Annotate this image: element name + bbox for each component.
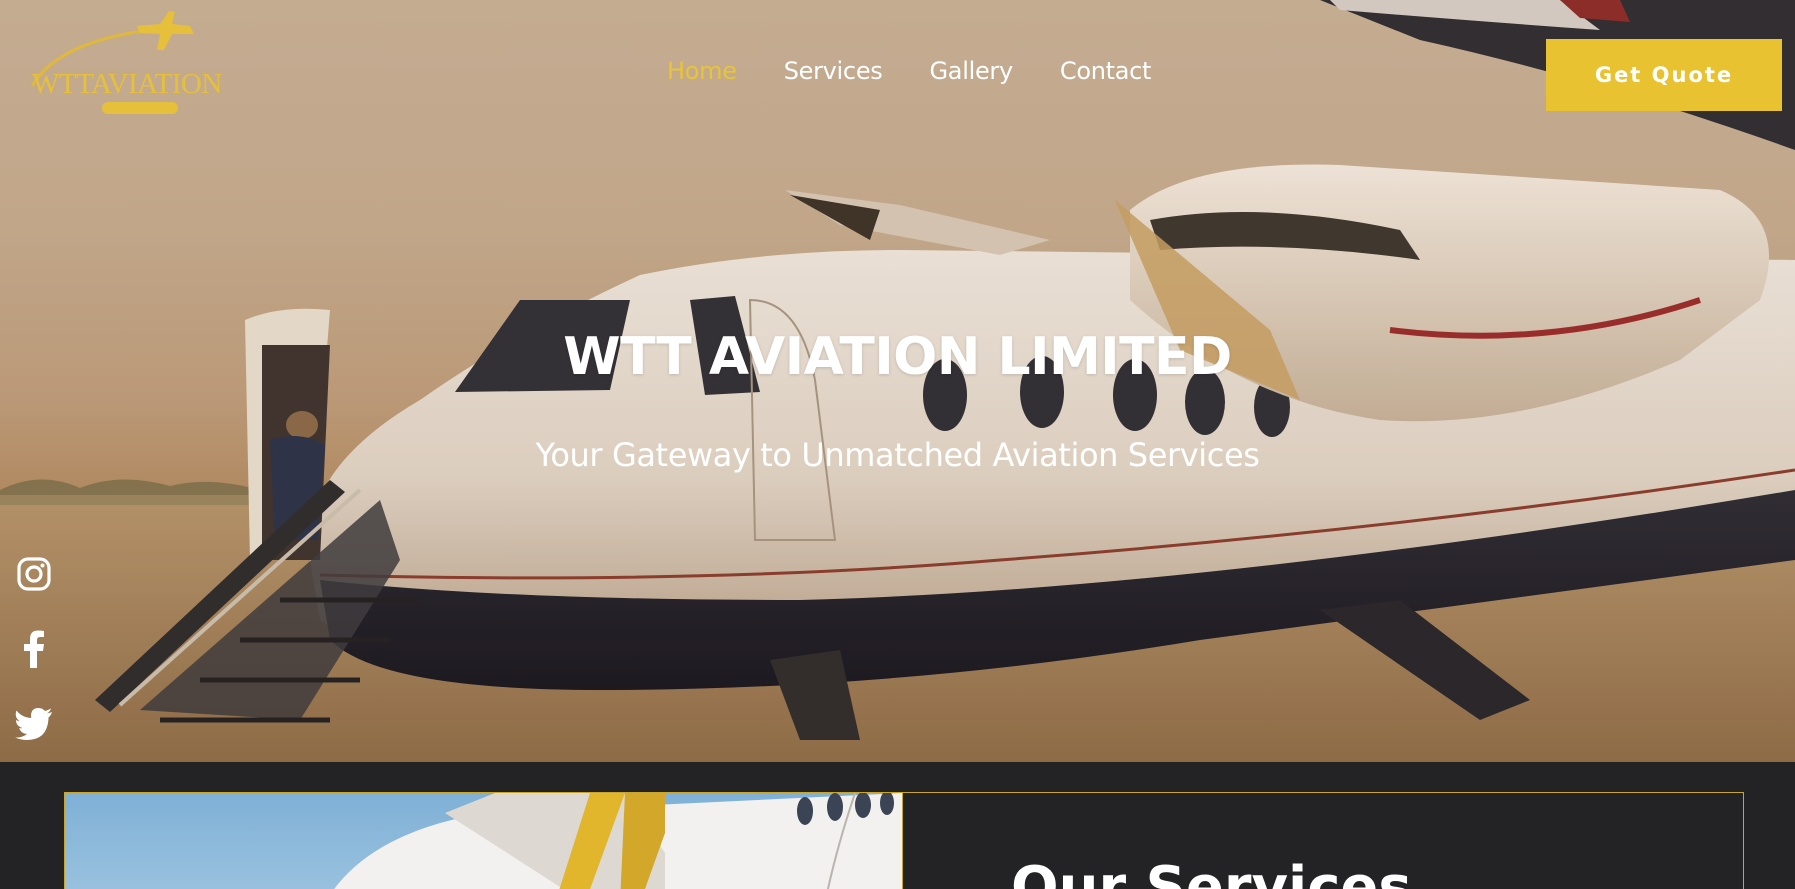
twitter-icon[interactable]	[14, 704, 54, 744]
nav-contact[interactable]: Contact	[1060, 57, 1152, 85]
nav-services[interactable]: Services	[784, 57, 883, 85]
services-image	[65, 793, 903, 889]
nav-home[interactable]: Home	[667, 57, 737, 85]
facebook-icon[interactable]	[14, 629, 54, 669]
services-title: Our Services	[1011, 855, 1412, 889]
services-section: Our Services	[64, 792, 1744, 889]
services-panel: Our Services	[903, 793, 1743, 889]
nav-gallery[interactable]: Gallery	[930, 57, 1014, 85]
hero-title: WTT AVIATION LIMITED	[563, 327, 1232, 387]
main-nav: Home Services Gallery Contact	[667, 57, 1151, 85]
hero-subtitle: Your Gateway to Unmatched Aviation Servi…	[535, 436, 1260, 474]
logo-text: WTTAVIATION	[32, 68, 222, 100]
instagram-icon[interactable]	[14, 554, 54, 594]
services-jet-image	[334, 793, 902, 889]
get-quote-button[interactable]: Get Quote	[1546, 39, 1782, 111]
hero-section: WTTAVIATION Home Services Gallery Contac…	[0, 0, 1795, 762]
logo-sub-badge	[102, 102, 178, 114]
brand-logo[interactable]: WTTAVIATION	[22, 6, 262, 118]
